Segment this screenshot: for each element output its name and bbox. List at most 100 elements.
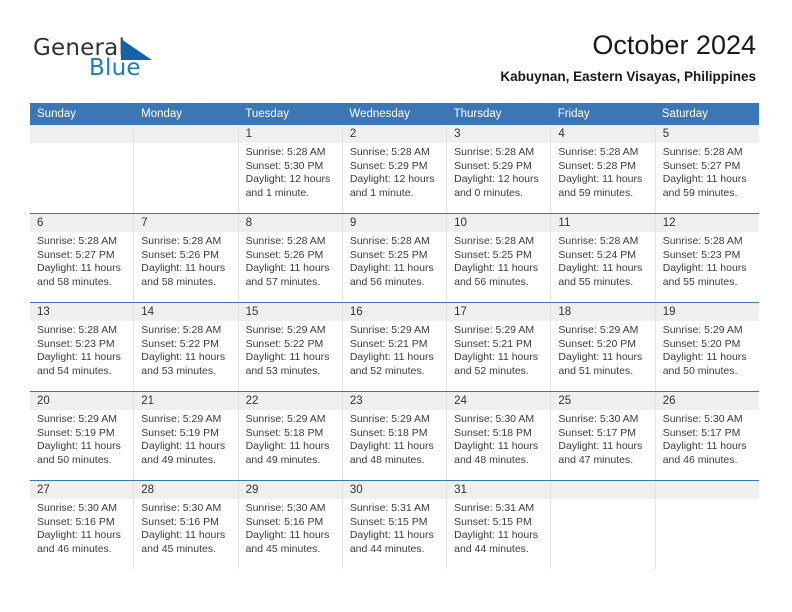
daylight-text: Daylight: 11 hours and 47 minutes. [558,440,643,466]
day-cell[interactable]: Sunrise: 5:28 AM Sunset: 5:23 PM Daylight:… [656,232,759,302]
day-cell[interactable]: Sunrise: 5:29 AM Sunset: 5:21 PM Daylight:… [343,321,448,391]
day-number[interactable]: 8 [239,214,343,232]
day-number-empty [551,481,656,499]
sunrise-text: Sunrise: 5:28 AM [558,235,639,247]
day-cell[interactable]: Sunrise: 5:28 AM Sunset: 5:22 PM Daylight:… [134,321,239,391]
day-number[interactable]: 4 [551,125,656,143]
sunrise-text: Sunrise: 5:29 AM [245,324,326,336]
weekday-header-sunday: Sunday [37,108,77,120]
daylight-text: Daylight: 11 hours and 44 minutes. [454,529,538,555]
day-cell[interactable]: Sunrise: 5:31 AM Sunset: 5:15 PM Daylight:… [343,499,448,569]
day-number[interactable]: 29 [239,481,343,499]
daylight-text: Daylight: 11 hours and 55 minutes. [558,262,643,288]
sunrise-text: Sunrise: 5:28 AM [454,146,535,158]
day-number[interactable]: 19 [656,303,759,321]
day-cell[interactable]: Sunrise: 5:28 AM Sunset: 5:26 PM Daylight:… [239,232,343,302]
day-cell[interactable]: Sunrise: 5:30 AM Sunset: 5:17 PM Daylight:… [551,410,656,480]
day-cell[interactable]: Sunrise: 5:28 AM Sunset: 5:26 PM Daylight:… [134,232,239,302]
day-cell[interactable]: Sunrise: 5:28 AM Sunset: 5:29 PM Daylight:… [343,143,448,213]
day-number[interactable]: 5 [656,125,759,143]
daylight-text: Daylight: 11 hours and 50 minutes. [662,351,747,377]
day-number[interactable]: 15 [239,303,343,321]
day-number[interactable]: 20 [30,392,135,410]
day-number[interactable]: 22 [239,392,343,410]
day-number[interactable]: 28 [134,481,239,499]
day-number[interactable]: 24 [447,392,552,410]
day-cell[interactable]: Sunrise: 5:30 AM Sunset: 5:16 PM Daylight:… [134,499,239,569]
calendar-week-row: 6 7 8 9 10 11 12 Sunrise: 5:28 AM Sunset: 5:27 P… [30,213,759,302]
day-cell[interactable]: Sunrise: 5:29 AM Sunset: 5:21 PM Daylight:… [447,321,552,391]
sunrise-text: Sunrise: 5:30 AM [37,502,117,514]
day-number[interactable]: 3 [447,125,552,143]
sunset-text: Sunset: 5:19 PM [37,426,115,439]
day-number[interactable]: 30 [343,481,448,499]
week-detail-band: Sunrise: 5:28 AM Sunset: 5:30 PM Daylight:… [30,143,759,213]
sunset-text: Sunset: 5:18 PM [454,426,532,439]
day-number[interactable]: 27 [30,481,135,499]
day-number[interactable]: 31 [447,481,552,499]
weekday-header-tuesday: Tuesday [245,108,289,120]
day-number[interactable]: 13 [30,303,135,321]
sunrise-text: Sunrise: 5:30 AM [245,502,326,514]
day-cell[interactable]: Sunrise: 5:28 AM Sunset: 5:23 PM Daylight:… [30,321,135,391]
day-cell[interactable]: Sunrise: 5:30 AM Sunset: 5:16 PM Daylight:… [239,499,343,569]
sunrise-text: Sunrise: 5:29 AM [349,324,430,336]
day-cell[interactable]: Sunrise: 5:29 AM Sunset: 5:19 PM Daylight:… [30,410,135,480]
day-cell[interactable]: Sunrise: 5:29 AM Sunset: 5:19 PM Daylight:… [134,410,239,480]
day-number[interactable]: 2 [343,125,448,143]
day-number[interactable]: 21 [134,392,239,410]
title-block: October 2024 Kabuynan, Eastern Visayas, … [500,28,756,85]
sunset-text: Sunset: 5:23 PM [662,248,741,261]
day-number[interactable]: 16 [343,303,448,321]
calendar-week-row: 1 2 3 4 5 Sunrise: 5:28 AM Sunset: 5:30 PM Dayl… [30,125,759,213]
sunset-text: Sunset: 5:27 PM [662,159,741,172]
sunrise-text: Sunrise: 5:28 AM [245,235,326,247]
day-cell[interactable]: Sunrise: 5:28 AM Sunset: 5:30 PM Daylight:… [239,143,343,213]
sunset-text: Sunset: 5:23 PM [37,337,115,350]
day-number[interactable]: 26 [656,392,759,410]
day-number[interactable]: 25 [551,392,656,410]
day-cell[interactable]: Sunrise: 5:30 AM Sunset: 5:18 PM Daylight:… [447,410,552,480]
sunset-text: Sunset: 5:25 PM [454,248,532,261]
day-cell[interactable]: Sunrise: 5:28 AM Sunset: 5:29 PM Daylight:… [447,143,552,213]
day-number[interactable]: 7 [134,214,239,232]
daylight-text: Daylight: 12 hours and 1 minute. [349,173,435,199]
day-cell[interactable]: Sunrise: 5:28 AM Sunset: 5:25 PM Daylight:… [343,232,448,302]
day-cell[interactable]: Sunrise: 5:30 AM Sunset: 5:16 PM Daylight:… [30,499,135,569]
day-cell[interactable]: Sunrise: 5:29 AM Sunset: 5:20 PM Daylight:… [656,321,759,391]
sunset-text: Sunset: 5:19 PM [141,426,219,439]
day-number[interactable]: 1 [239,125,343,143]
daylight-text: Daylight: 11 hours and 48 minutes. [454,440,538,466]
day-cell[interactable]: Sunrise: 5:31 AM Sunset: 5:15 PM Daylight:… [447,499,552,569]
sunrise-text: Sunrise: 5:28 AM [662,235,743,247]
day-number[interactable]: 9 [343,214,448,232]
day-cell-empty [656,499,759,569]
sunrise-text: Sunrise: 5:28 AM [37,235,117,247]
daylight-text: Daylight: 11 hours and 46 minutes. [37,529,121,555]
day-cell[interactable]: Sunrise: 5:28 AM Sunset: 5:27 PM Daylight:… [656,143,759,213]
sunrise-text: Sunrise: 5:28 AM [349,235,430,247]
day-cell[interactable]: Sunrise: 5:28 AM Sunset: 5:28 PM Daylight:… [551,143,656,213]
weekday-header-row: Sunday Monday Tuesday Wednesday Thursday Frid… [30,103,759,125]
daylight-text: Daylight: 11 hours and 45 minutes. [141,529,226,555]
day-cell[interactable]: Sunrise: 5:29 AM Sunset: 5:18 PM Daylight:… [239,410,343,480]
day-number[interactable]: 14 [134,303,239,321]
brand-logo[interactable]: General Blue [33,36,263,88]
daylight-text: Daylight: 11 hours and 49 minutes. [245,440,330,466]
day-cell[interactable]: Sunrise: 5:28 AM Sunset: 5:27 PM Daylight:… [30,232,135,302]
day-number[interactable]: 10 [447,214,552,232]
day-cell[interactable]: Sunrise: 5:28 AM Sunset: 5:24 PM Daylight:… [551,232,656,302]
day-cell[interactable]: Sunrise: 5:30 AM Sunset: 5:17 PM Daylight:… [656,410,759,480]
day-number[interactable]: 18 [551,303,656,321]
day-number[interactable]: 11 [551,214,656,232]
day-number[interactable]: 17 [447,303,552,321]
day-cell[interactable]: Sunrise: 5:29 AM Sunset: 5:20 PM Daylight:… [551,321,656,391]
daylight-text: Daylight: 12 hours and 0 minutes. [454,173,539,199]
daylight-text: Daylight: 11 hours and 46 minutes. [662,440,747,466]
day-cell[interactable]: Sunrise: 5:29 AM Sunset: 5:22 PM Daylight:… [239,321,343,391]
day-cell[interactable]: Sunrise: 5:28 AM Sunset: 5:25 PM Daylight:… [447,232,552,302]
day-number[interactable]: 23 [343,392,448,410]
day-cell[interactable]: Sunrise: 5:29 AM Sunset: 5:18 PM Daylight:… [343,410,448,480]
day-number[interactable]: 6 [30,214,135,232]
day-number[interactable]: 12 [656,214,759,232]
